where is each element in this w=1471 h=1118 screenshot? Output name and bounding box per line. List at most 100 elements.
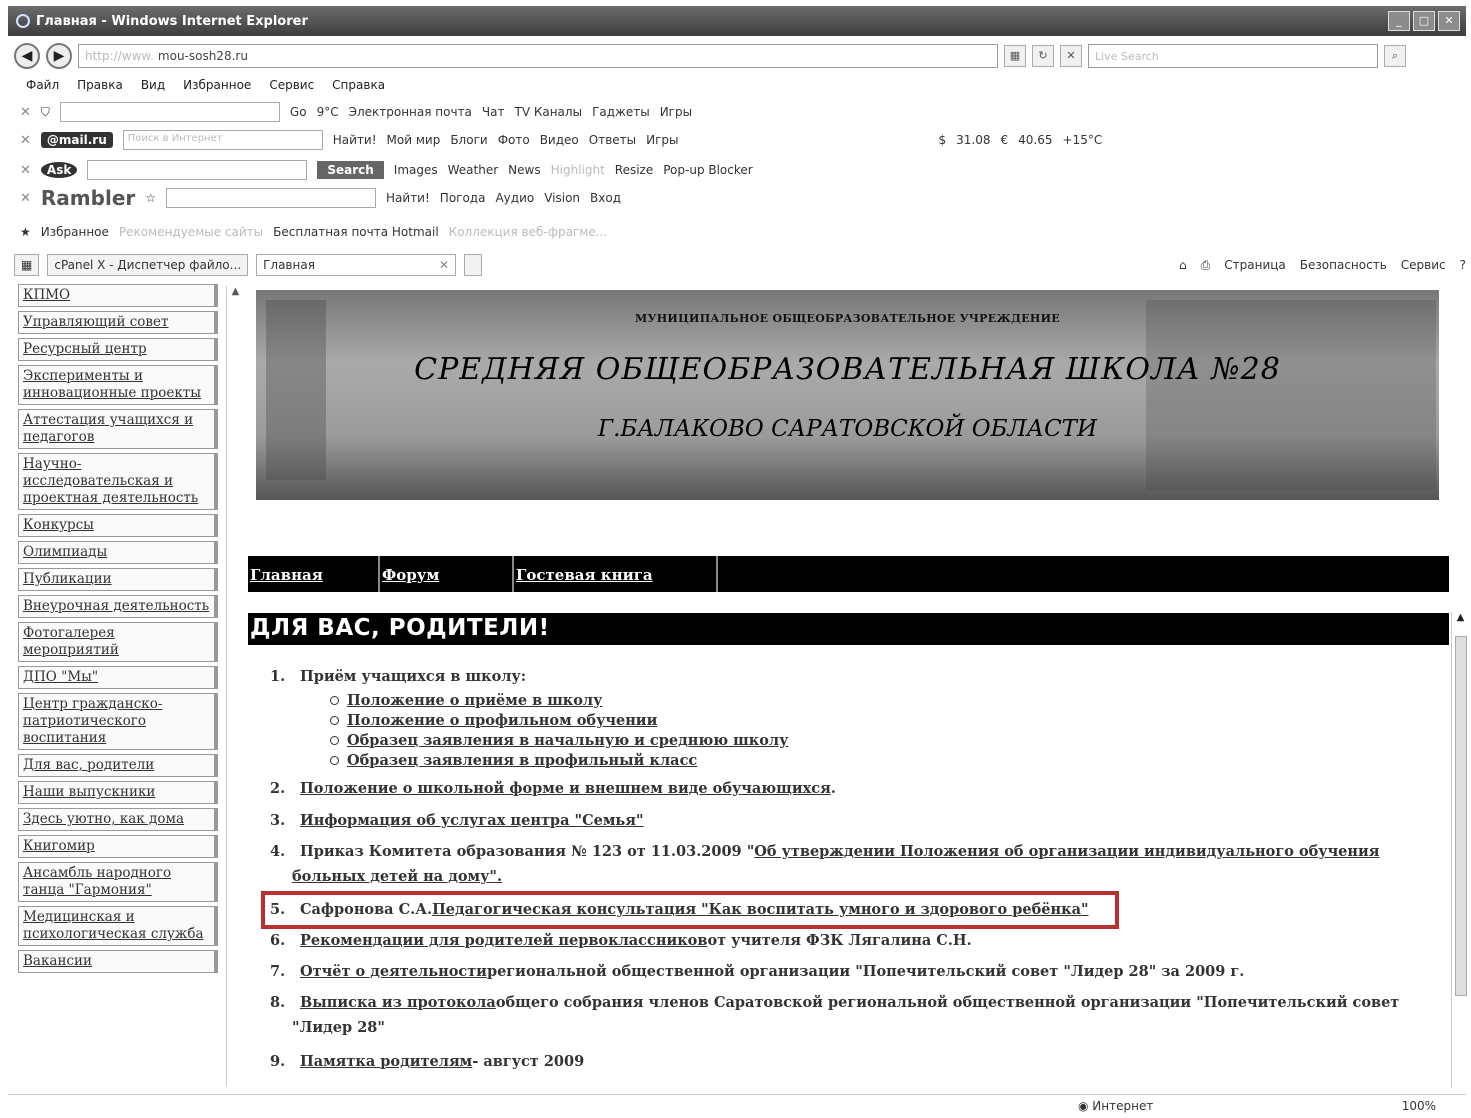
sidebar-item[interactable]: Наши выпускники — [18, 781, 218, 804]
home-icon[interactable]: ⌂ — [1179, 258, 1187, 273]
mailru-photo[interactable]: Фото — [498, 133, 530, 147]
favorites-button[interactable]: Избранное — [41, 225, 109, 239]
family-center-link[interactable]: Информация об услугах центра "Семья" — [300, 812, 644, 829]
order-link-continued[interactable]: больных детей на дому". — [292, 868, 502, 885]
zoom-level[interactable]: 100% — [1402, 1099, 1436, 1113]
nav-guestbook[interactable]: Гостевая книга — [514, 556, 718, 592]
sidebar-item[interactable]: Вакансии — [18, 950, 218, 973]
menu-file[interactable]: Файл — [26, 78, 59, 92]
mailru-video[interactable]: Видео — [540, 133, 579, 147]
hotmail-link[interactable]: Бесплатная почта Hotmail — [273, 225, 439, 239]
mailru-logo[interactable]: @mail.ru — [40, 132, 113, 148]
rambler-weather[interactable]: Погода — [440, 191, 486, 205]
sidebar-scrollbar[interactable]: ▲ — [226, 286, 244, 1086]
safety-menu[interactable]: Безопасность — [1300, 258, 1387, 273]
nav-forum[interactable]: Форум — [380, 556, 514, 592]
forward-button[interactable]: ▶ — [46, 43, 72, 69]
toolbar1-gadgets[interactable]: Гаджеты — [592, 105, 650, 119]
suggested-sites[interactable]: Рекомендуемые сайты — [119, 225, 263, 239]
mailru-search-input[interactable]: Поиск в Интернет — [122, 130, 323, 150]
toolbar1-input[interactable] — [59, 102, 280, 122]
address-bar[interactable]: http://www. mou-sosh28.ru — [78, 44, 998, 68]
compat-view-icon[interactable]: ▦ — [1004, 45, 1026, 67]
scroll-thumb[interactable] — [1455, 636, 1467, 996]
close-toolbar-icon[interactable]: ✕ — [20, 105, 31, 120]
shield-logo-icon[interactable]: ⛉ — [41, 105, 50, 120]
scroll-up-icon[interactable]: ▲ — [227, 286, 244, 297]
sidebar-item[interactable]: Фотогалерея мероприятий — [18, 622, 218, 662]
sublist-link[interactable]: Положение о профильном обучении — [347, 712, 657, 729]
search-icon[interactable]: ⌕ — [1384, 45, 1406, 67]
sidebar-item[interactable]: ДПО "Мы" — [18, 666, 218, 689]
uniform-link[interactable]: Положение о школьной форме и внешнем вид… — [300, 780, 831, 797]
rambler-search-input[interactable] — [166, 188, 377, 208]
sidebar-item[interactable]: Книгомир — [18, 835, 218, 858]
minimize-button[interactable]: _ — [1388, 11, 1410, 31]
close-toolbar-icon[interactable]: ✕ — [20, 133, 31, 148]
recommendations-link[interactable]: Рекомендации для родителей первоклассник… — [300, 932, 707, 949]
rambler-find-button[interactable]: Найти! — [386, 191, 430, 205]
mailru-blogs[interactable]: Блоги — [450, 133, 487, 147]
sidebar-item[interactable]: Олимпиады — [18, 541, 218, 564]
menu-favorites[interactable]: Избранное — [183, 78, 251, 92]
toolbar1-chat[interactable]: Чат — [482, 105, 505, 119]
close-button[interactable]: ✕ — [1438, 11, 1460, 31]
tools-menu[interactable]: Сервис — [1401, 258, 1446, 273]
sublist-link[interactable]: Образец заявления в начальную и среднюю … — [347, 732, 788, 749]
star-icon[interactable]: ☆ — [145, 191, 156, 205]
webslice-gallery[interactable]: Коллекция веб-фрагме... — [449, 225, 607, 239]
ask-weather[interactable]: Weather — [448, 163, 499, 177]
menu-help[interactable]: Справка — [332, 78, 385, 92]
sidebar-item[interactable]: Здесь уютно, как дома — [18, 808, 218, 831]
order-link[interactable]: Об утверждении Положения об организации … — [754, 843, 1379, 860]
maximize-button[interactable]: □ — [1413, 11, 1435, 31]
rambler-logo[interactable]: Rambler — [41, 186, 135, 210]
sidebar-item[interactable]: Медицинская и психологическая служба — [18, 906, 218, 946]
menu-edit[interactable]: Правка — [77, 78, 123, 92]
sidebar-item[interactable]: КПМО — [18, 284, 218, 307]
sidebar-item[interactable]: Ансамбль народного танца "Гармония" — [18, 862, 218, 902]
sidebar-item[interactable]: Управляющий совет — [18, 311, 218, 334]
refresh-icon[interactable]: ↻ — [1032, 45, 1054, 67]
mailru-answers[interactable]: Ответы — [589, 133, 636, 147]
new-tab-button[interactable] — [464, 254, 482, 276]
sidebar-item[interactable]: Аттестация учащихся и педагогов — [18, 409, 218, 449]
tab-cpanel[interactable]: cPanel X - Диспетчер файло... — [47, 254, 249, 276]
page-menu[interactable]: Страница — [1224, 258, 1286, 273]
nav-home[interactable]: Главная — [248, 556, 380, 592]
sidebar-item[interactable]: Конкурсы — [18, 514, 218, 537]
ask-search-input[interactable] — [87, 160, 308, 180]
ask-popup-blocker[interactable]: Pop-up Blocker — [663, 163, 752, 177]
mailru-myworld[interactable]: Мой мир — [387, 133, 441, 147]
page-scrollbar[interactable]: ▲ — [1451, 612, 1469, 1088]
sidebar-item[interactable]: Для вас, родители — [18, 754, 218, 777]
ask-search-button[interactable]: Search — [317, 161, 384, 179]
close-toolbar-icon[interactable]: ✕ — [20, 191, 31, 206]
quick-tabs-icon[interactable]: ▦ — [14, 254, 40, 276]
ask-highlight[interactable]: Highlight — [551, 163, 605, 177]
sublist-link[interactable]: Образец заявления в профильный класс — [347, 752, 697, 769]
rambler-vision[interactable]: Vision — [544, 191, 580, 205]
menu-view[interactable]: Вид — [141, 78, 165, 92]
ask-resize[interactable]: Resize — [615, 163, 653, 177]
help-icon[interactable]: ? — [1460, 258, 1466, 273]
rambler-login[interactable]: Вход — [590, 191, 621, 205]
memo-link[interactable]: Памятка родителям — [300, 1053, 472, 1070]
scroll-up-icon[interactable]: ▲ — [1452, 612, 1469, 623]
sidebar-item[interactable]: Ресурсный центр — [18, 338, 218, 361]
close-tab-icon[interactable]: ✕ — [439, 258, 449, 272]
menu-tools[interactable]: Сервис — [269, 78, 314, 92]
sidebar-item[interactable]: Публикации — [18, 568, 218, 591]
ask-news[interactable]: News — [508, 163, 540, 177]
ask-logo[interactable]: Ask — [40, 162, 78, 178]
mailru-games[interactable]: Игры — [646, 133, 678, 147]
report-link[interactable]: Отчёт о деятельности — [300, 963, 487, 980]
sidebar-item[interactable]: Научно-исследовательская и проектная дея… — [18, 453, 218, 510]
toolbar1-tv[interactable]: TV Каналы — [514, 105, 582, 119]
close-toolbar-icon[interactable]: ✕ — [20, 163, 31, 178]
toolbar1-go[interactable]: Go — [290, 105, 307, 119]
toolbar1-games[interactable]: Игры — [660, 105, 692, 119]
print-icon[interactable]: ⎙ — [1201, 258, 1211, 273]
ask-images[interactable]: Images — [394, 163, 438, 177]
tab-home[interactable]: Главная ✕ — [256, 254, 457, 276]
